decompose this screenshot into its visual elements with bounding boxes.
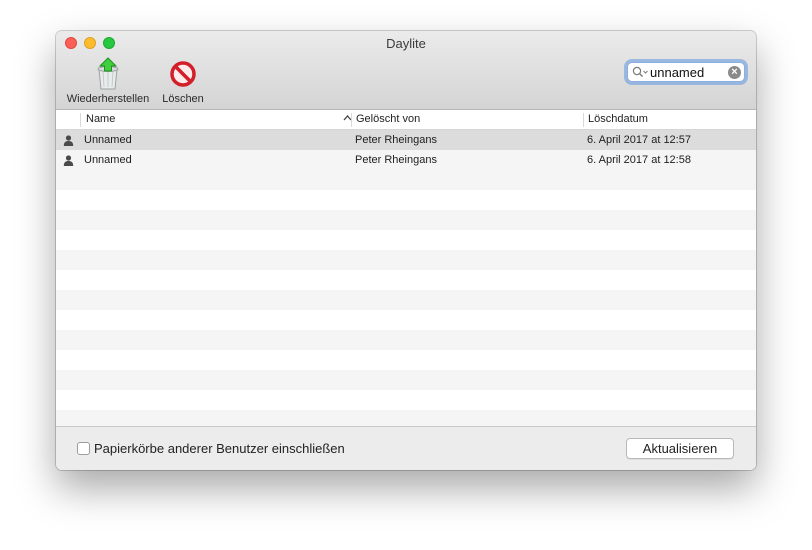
empty-row-stripe — [56, 290, 756, 310]
search-icon — [632, 66, 648, 77]
restore-label: Wiederherstellen — [66, 93, 150, 105]
row-deletion-date: 6. April 2017 at 12:57 — [587, 134, 691, 146]
empty-row-stripe — [56, 330, 756, 350]
app-window: Daylite Wiederherstellen Löschen unnamed… — [56, 31, 756, 470]
column-separator — [80, 113, 81, 127]
row-name: Unnamed — [84, 154, 132, 166]
search-field[interactable]: × — [627, 62, 745, 82]
row-deleted-by: Peter Rheingans — [355, 154, 437, 166]
table-row[interactable]: Unnamed Peter Rheingans 6. April 2017 at… — [56, 150, 756, 170]
person-icon — [63, 155, 74, 166]
include-other-users-checkbox[interactable] — [77, 442, 90, 455]
row-deleted-by: Peter Rheingans — [355, 134, 437, 146]
table-row[interactable]: Unnamed Peter Rheingans 6. April 2017 at… — [56, 130, 756, 150]
column-separator[interactable] — [351, 113, 352, 127]
prohibited-icon — [170, 61, 196, 87]
empty-row-stripe — [56, 210, 756, 230]
column-header-deleted-by[interactable]: Gelöscht von — [356, 113, 420, 125]
empty-row-stripe — [56, 250, 756, 270]
empty-row-stripe — [56, 370, 756, 390]
restore-button[interactable]: Wiederherstellen — [60, 57, 156, 105]
empty-row-stripe — [56, 170, 756, 190]
delete-button[interactable]: Löschen — [158, 57, 208, 105]
include-other-users-label[interactable]: Papierkörbe anderer Benutzer einschließe… — [94, 441, 345, 456]
column-separator[interactable] — [583, 113, 584, 127]
person-icon — [63, 135, 74, 146]
row-name: Unnamed — [84, 134, 132, 146]
search-input[interactable] — [650, 64, 728, 80]
table-body: Unnamed Peter Rheingans 6. April 2017 at… — [56, 130, 756, 430]
delete-label: Löschen — [162, 93, 204, 105]
column-header-name[interactable]: Name — [86, 113, 115, 125]
window-title: Daylite — [386, 36, 426, 51]
row-deletion-date: 6. April 2017 at 12:58 — [587, 154, 691, 166]
clear-icon[interactable]: × — [728, 66, 741, 79]
titlebar: Daylite Wiederherstellen Löschen unnamed… — [56, 31, 756, 110]
table-header: Name Gelöscht von Löschdatum — [56, 110, 756, 130]
restore-trash-icon — [97, 57, 119, 90]
column-header-deletion-date[interactable]: Löschdatum — [588, 113, 648, 125]
refresh-button[interactable]: Aktualisieren — [626, 438, 734, 459]
footer-bar: Papierkörbe anderer Benutzer einschließe… — [56, 426, 756, 470]
